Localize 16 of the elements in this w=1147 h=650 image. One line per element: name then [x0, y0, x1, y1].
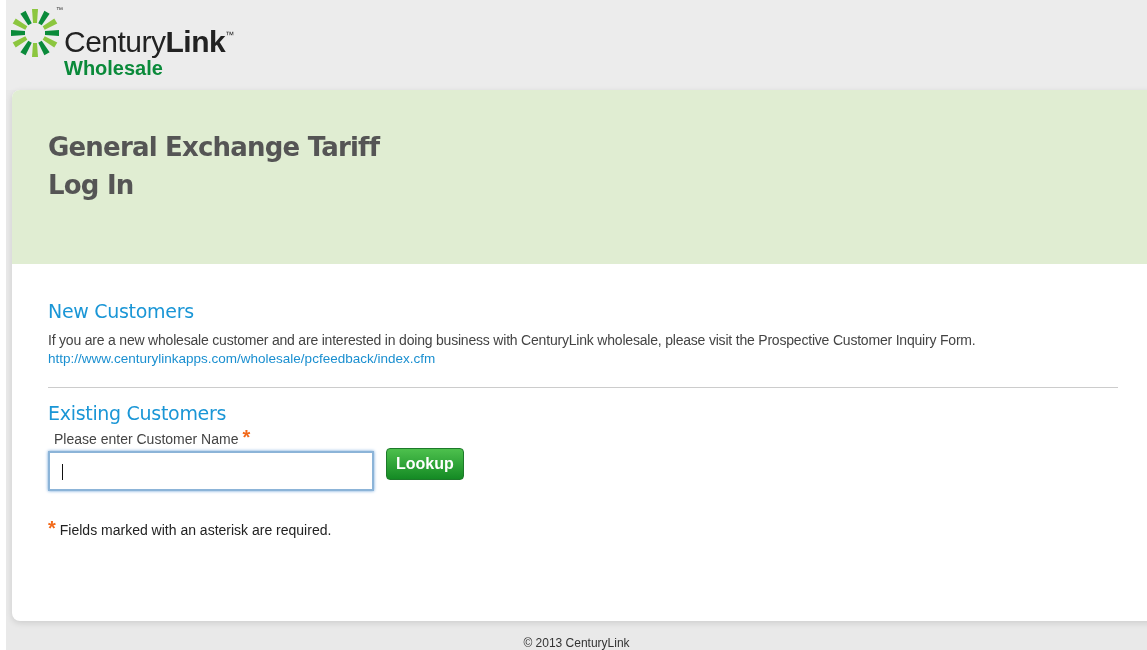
- brand-subtitle: Wholesale: [64, 57, 163, 79]
- customer-name-field[interactable]: [48, 451, 374, 491]
- required-asterisk: *: [242, 430, 251, 444]
- required-asterisk: *: [48, 521, 56, 535]
- lookup-button[interactable]: Lookup: [386, 448, 464, 480]
- page-title: Log In: [48, 169, 135, 202]
- page-title: General Exchange Tariff: [48, 131, 381, 164]
- section-heading: New Customers: [48, 300, 195, 322]
- copyright-text: © 2013 CenturyLink: [523, 636, 630, 650]
- info-text: If you are a new wholesale customer and are interested in doing business with CenturyLink wholesale, please visit the Prospective Customer Inquiry Form.: [48, 332, 977, 348]
- field-label: Please enter Customer Name: [54, 431, 239, 447]
- required-note: Fields marked with an asterisk are required.: [59, 522, 332, 538]
- section-heading: Existing Customers: [48, 402, 228, 424]
- starburst-logo-icon: [10, 8, 60, 58]
- inquiry-form-link[interactable]: http://www.centurylinkapps.com/wholesale/pcfeedback/index.cfm: [48, 351, 436, 366]
- brand-wordmark: CenturyLink$^{™}$: [64, 24, 234, 57]
